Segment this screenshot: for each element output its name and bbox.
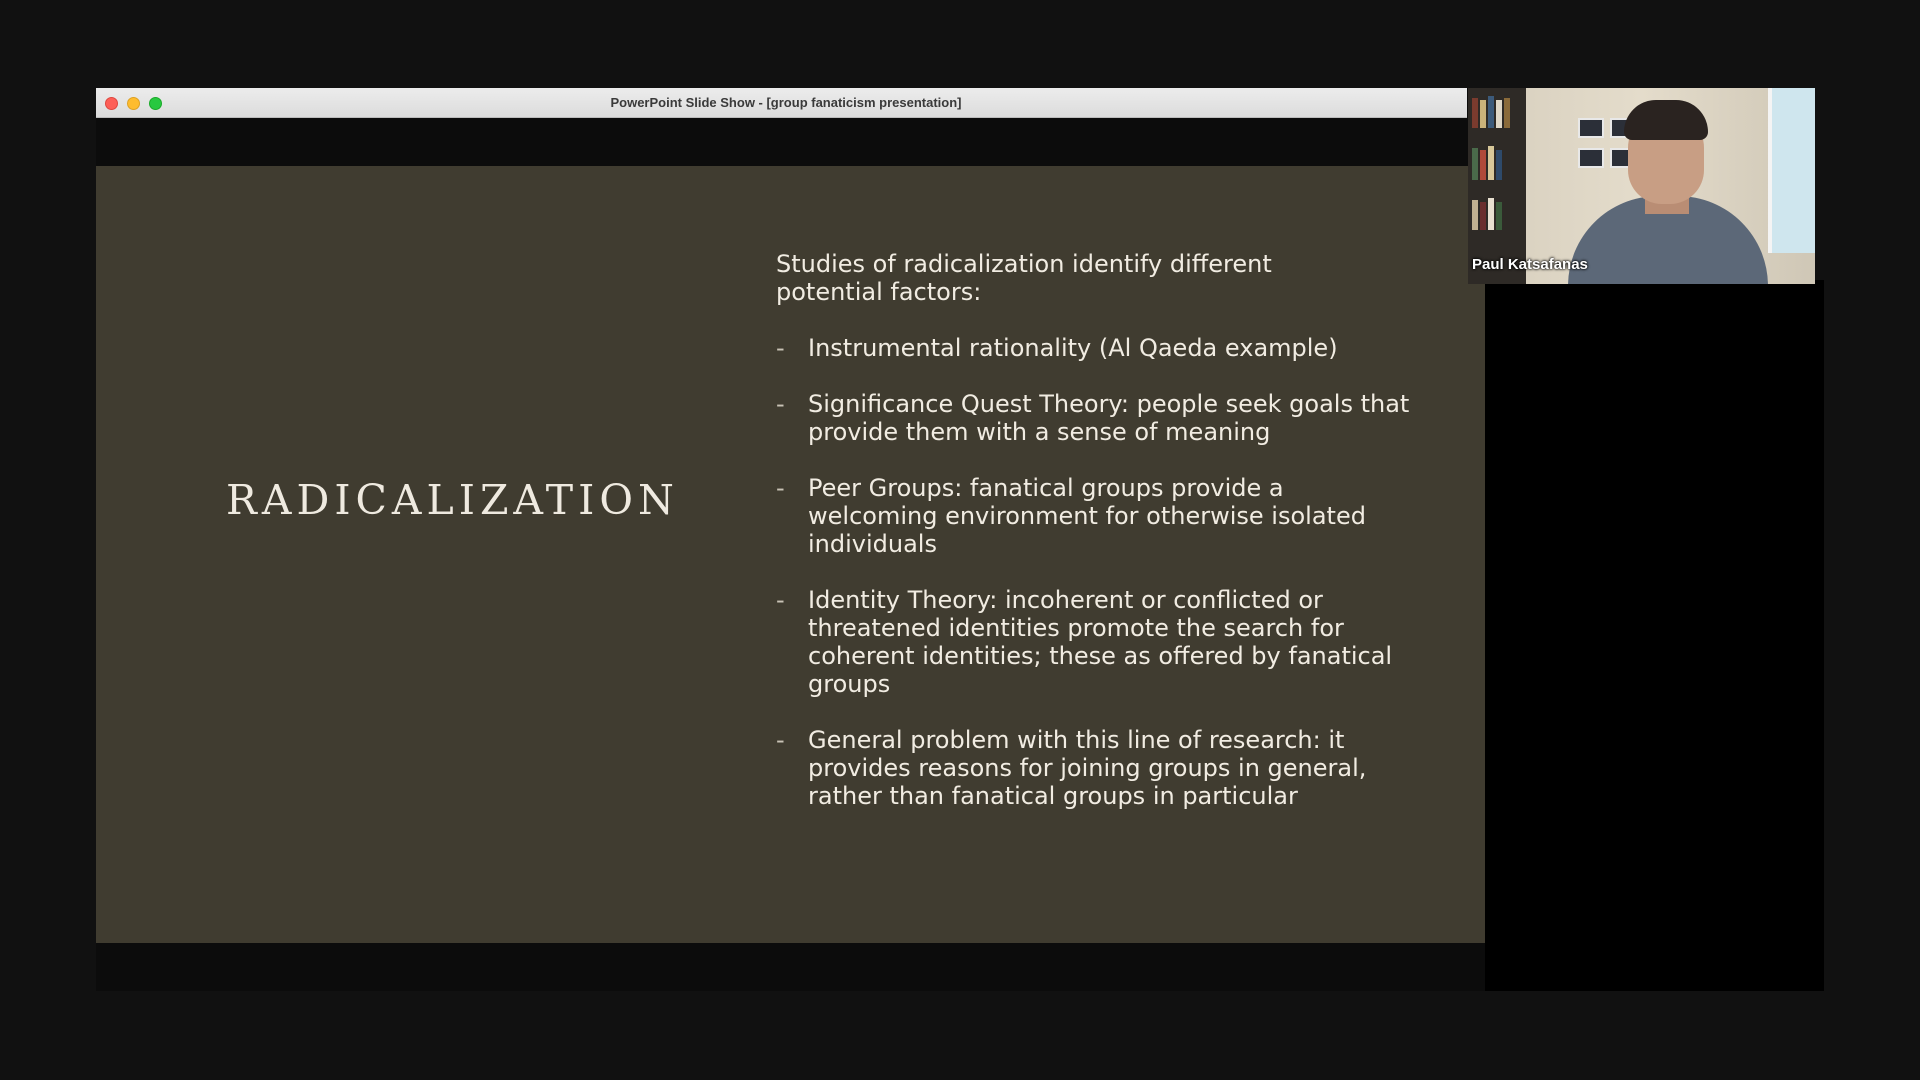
- bullet-marker: -: [776, 726, 785, 754]
- bullet-item: - Instrumental rationality (Al Qaeda exa…: [776, 334, 1416, 362]
- participant-name-label: Paul Katsafanas: [1472, 256, 1588, 273]
- book-spine: [1488, 96, 1494, 128]
- participant-video-tile[interactable]: Paul Katsafanas: [1468, 88, 1815, 284]
- slide-body: Studies of radicalization identify diffe…: [776, 250, 1416, 838]
- bullet-text: Significance Quest Theory: people seek g…: [808, 390, 1410, 446]
- wall-picture-frame: [1578, 118, 1604, 138]
- slide-intro-text: Studies of radicalization identify diffe…: [776, 250, 1272, 306]
- slideshow-letterbox-top: [96, 118, 1485, 166]
- video-panel-background: [1485, 280, 1824, 991]
- bullet-text: Instrumental rationality (Al Qaeda examp…: [808, 334, 1338, 362]
- book-spine: [1480, 202, 1486, 230]
- book-spine: [1480, 150, 1486, 180]
- book-spine: [1496, 150, 1502, 180]
- bullet-item: - Identity Theory: incoherent or conflic…: [776, 586, 1416, 698]
- wall-picture-frame: [1578, 148, 1604, 168]
- book-spine: [1488, 146, 1494, 180]
- room-window-image: [1768, 88, 1815, 253]
- powerpoint-window: PowerPoint Slide Show - [group fanaticis…: [96, 88, 1485, 991]
- bullet-marker: -: [776, 334, 785, 362]
- book-spine: [1472, 200, 1478, 230]
- bullet-item: - Significance Quest Theory: people seek…: [776, 390, 1416, 446]
- bullet-item: - General problem with this line of rese…: [776, 726, 1416, 810]
- screen: PowerPoint Slide Show - [group fanaticis…: [0, 0, 1920, 1080]
- bullet-text: General problem with this line of resear…: [808, 726, 1367, 810]
- book-spine: [1472, 148, 1478, 180]
- book-spine: [1504, 98, 1510, 128]
- slideshow-letterbox-bottom: [96, 943, 1485, 991]
- bullet-text: Peer Groups: fanatical groups provide a …: [808, 474, 1366, 558]
- book-spine: [1488, 198, 1494, 230]
- book-spine: [1496, 202, 1502, 230]
- bullet-marker: -: [776, 390, 785, 418]
- slide-title: RADICALIZATION: [226, 476, 679, 524]
- book-spine: [1496, 100, 1502, 128]
- bullet-text: Identity Theory: incoherent or conflicte…: [808, 586, 1393, 698]
- window-title: PowerPoint Slide Show - [group fanaticis…: [610, 95, 962, 110]
- slide[interactable]: RADICALIZATION Studies of radicalization…: [96, 166, 1485, 943]
- book-spine: [1480, 100, 1486, 128]
- participant-hair: [1624, 100, 1708, 140]
- window-titlebar[interactable]: PowerPoint Slide Show - [group fanaticis…: [96, 88, 1467, 118]
- bullet-marker: -: [776, 586, 785, 614]
- bookshelf-image: [1468, 88, 1526, 284]
- bullet-item: - Peer Groups: fanatical groups provide …: [776, 474, 1416, 558]
- book-spine: [1472, 98, 1478, 128]
- bullet-marker: -: [776, 474, 785, 502]
